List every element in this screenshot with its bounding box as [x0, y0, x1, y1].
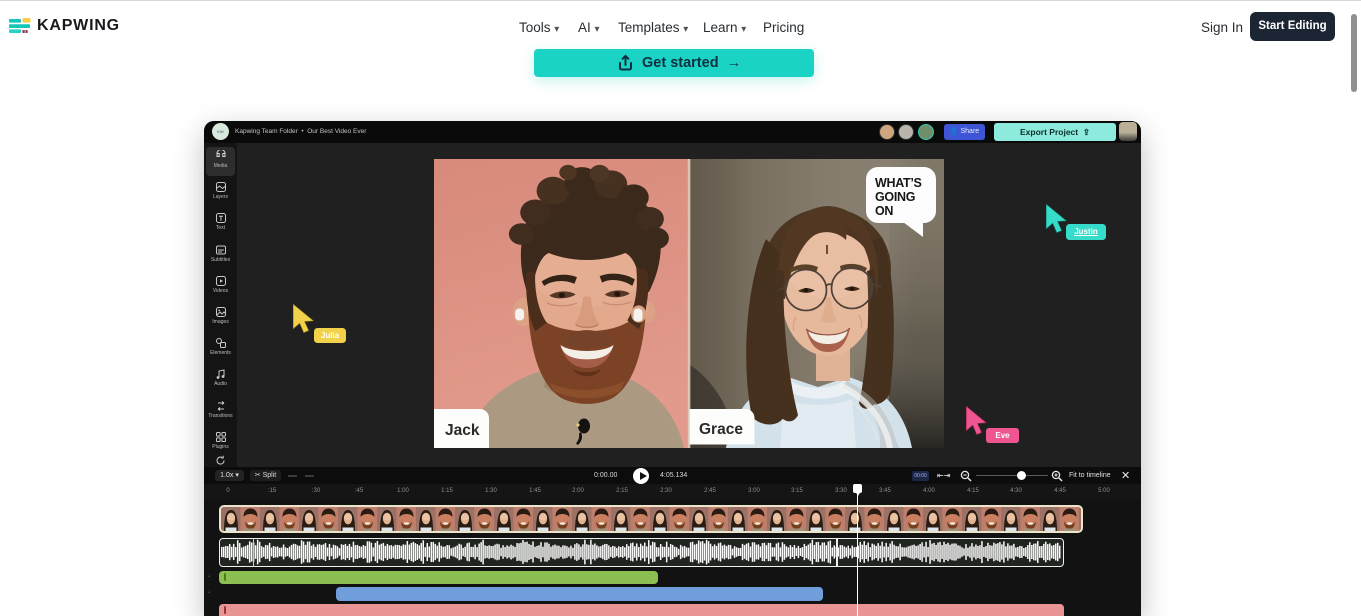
- svg-text:ON: ON: [875, 204, 893, 218]
- svg-text:Jack: Jack: [445, 422, 480, 439]
- svg-text:Grace: Grace: [699, 421, 743, 438]
- svg-text:WHAT’S: WHAT’S: [875, 176, 922, 190]
- svg-text:GOING: GOING: [875, 190, 915, 204]
